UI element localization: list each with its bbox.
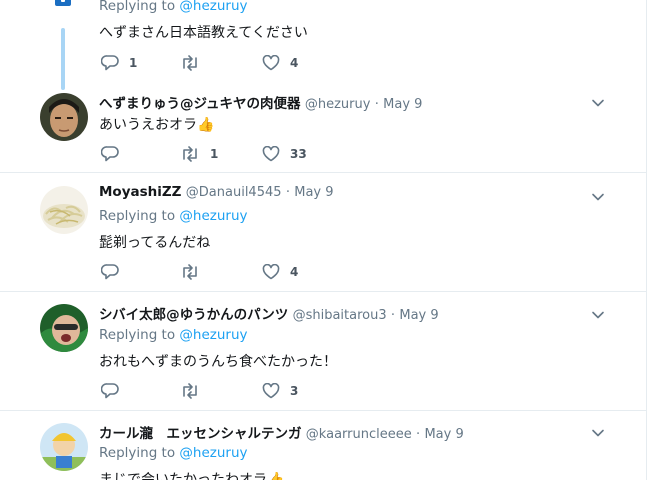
replying-to-label: Replying to [99, 208, 176, 224]
tweet-header: MoyashiZZ @Danauil4545 · May 9 [99, 184, 334, 200]
tweet-header: へずまりゅう@ジュキヤの肉便器 @hezuruy · May 9 [99, 92, 422, 112]
heart-icon [262, 383, 280, 399]
separator-dot: · [285, 185, 290, 200]
display-name[interactable]: MoyashiZZ [99, 184, 181, 200]
user-handle[interactable]: @hezuruy [305, 97, 371, 112]
like-button[interactable]: 3 [262, 383, 298, 399]
like-count: 3 [290, 384, 299, 398]
like-count: 4 [290, 56, 299, 70]
retweet-button[interactable] [180, 55, 210, 71]
display-name[interactable]: シバイ太郎@ゆうかんのパンツ [99, 307, 288, 323]
tweet-date[interactable]: May 9 [294, 185, 333, 200]
user-handle[interactable]: @kaarruncleeee [306, 427, 412, 442]
reply-button[interactable] [101, 383, 129, 399]
like-count: 4 [290, 265, 299, 279]
reply-button[interactable] [101, 146, 129, 162]
retweet-button[interactable] [180, 383, 210, 399]
retweet-button[interactable]: 1 [180, 146, 218, 162]
reply-to-mention-link[interactable]: @hezuruy [179, 0, 247, 14]
display-name[interactable]: へずまりゅう@ジュキヤの肉便器 [99, 96, 301, 112]
user-handle[interactable]: @shibaitarou3 [293, 308, 387, 323]
replying-to-line: Replying to @hezuruy [99, 208, 248, 224]
reply-icon [101, 383, 119, 399]
heart-icon [262, 55, 280, 71]
timeline-right-border [646, 0, 647, 480]
like-count: 33 [290, 147, 307, 161]
tweet-card[interactable]: カール瀧 エッセンシャルテンガ @kaarruncleeee · May 9 R… [0, 411, 646, 480]
replying-to-line: Replying to @hezuruy [99, 445, 248, 461]
chevron-down-icon[interactable] [591, 96, 605, 110]
tweet-text: 髭剃ってるんだね [99, 235, 211, 251]
tweet-text: まじで会いたかったわオラ👍 [99, 472, 285, 480]
tweet-header: シバイ太郎@ゆうかんのパンツ @shibaitarou3 · May 9 [99, 303, 439, 323]
thread-connector-line [61, 28, 65, 90]
avatar[interactable] [40, 93, 88, 141]
chevron-down-icon[interactable] [591, 308, 605, 322]
tweet-date[interactable]: May 9 [424, 427, 463, 442]
reply-to-mention-link[interactable]: @hezuruy [179, 327, 247, 343]
chevron-down-icon[interactable] [591, 426, 605, 440]
retweet-button[interactable] [180, 264, 210, 280]
reply-icon [101, 55, 119, 71]
tweet-text: おれもへずまのうんち食べたかった！ [99, 354, 337, 370]
tweet-header: カール瀧 エッセンシャルテンガ @kaarruncleeee · May 9 [99, 422, 464, 442]
tweet-date[interactable]: May 9 [383, 97, 422, 112]
tweet-card[interactable]: MoyashiZZ @Danauil4545 · May 9 Replying … [0, 173, 646, 291]
like-button[interactable]: 4 [262, 55, 298, 71]
tweet-card[interactable]: シバイ太郎@ゆうかんのパンツ @shibaitarou3 · May 9 Rep… [0, 292, 646, 410]
like-button[interactable]: 4 [262, 264, 298, 280]
display-name[interactable]: カール瀧 エッセンシャルテンガ [99, 426, 302, 442]
tweet-card[interactable]: へずまりゅう@ジュキヤの肉便器 @hezuruy · May 9 あいうえおオラ… [0, 90, 646, 172]
retweet-count: 1 [210, 147, 219, 161]
separator-dot: · [416, 427, 421, 442]
retweet-icon [183, 264, 197, 280]
replying-to-line: Replying to @hezuruy [99, 327, 248, 343]
tweet-card[interactable]: Replying to @hezuruy へずまさん日本語教えてください 1 4 [0, 0, 646, 90]
replying-to-label: Replying to [99, 327, 176, 343]
replying-to-label: Replying to [99, 445, 176, 461]
reply-icon [101, 264, 119, 280]
reply-count: 1 [129, 56, 138, 70]
replying-to-label: Replying to [99, 0, 176, 14]
replying-to-line: Replying to @hezuruy [99, 0, 248, 14]
retweet-icon [183, 55, 197, 71]
separator-dot: · [390, 308, 396, 323]
reply-icon [101, 146, 119, 162]
heart-icon [262, 146, 280, 162]
tweet-text: へずまさん日本語教えてください [99, 25, 308, 41]
avatar[interactable] [40, 423, 88, 471]
avatar-partial-icon [55, 0, 71, 6]
user-handle[interactable]: @Danauil4545 [186, 185, 282, 200]
heart-icon [262, 264, 280, 280]
like-button[interactable]: 33 [262, 146, 307, 162]
reply-to-mention-link[interactable]: @hezuruy [179, 445, 247, 461]
reply-button[interactable]: 1 [101, 55, 137, 71]
separator-dot: · [374, 97, 379, 112]
retweet-icon [183, 383, 197, 399]
retweet-icon [183, 146, 197, 162]
tweet-date[interactable]: May 9 [399, 308, 438, 323]
tweet-text: あいうえおオラ👍 [99, 117, 215, 133]
avatar[interactable] [40, 186, 88, 234]
reply-button[interactable] [101, 264, 129, 280]
reply-to-mention-link[interactable]: @hezuruy [179, 208, 247, 224]
avatar[interactable] [40, 304, 88, 352]
chevron-down-icon[interactable] [591, 190, 605, 204]
